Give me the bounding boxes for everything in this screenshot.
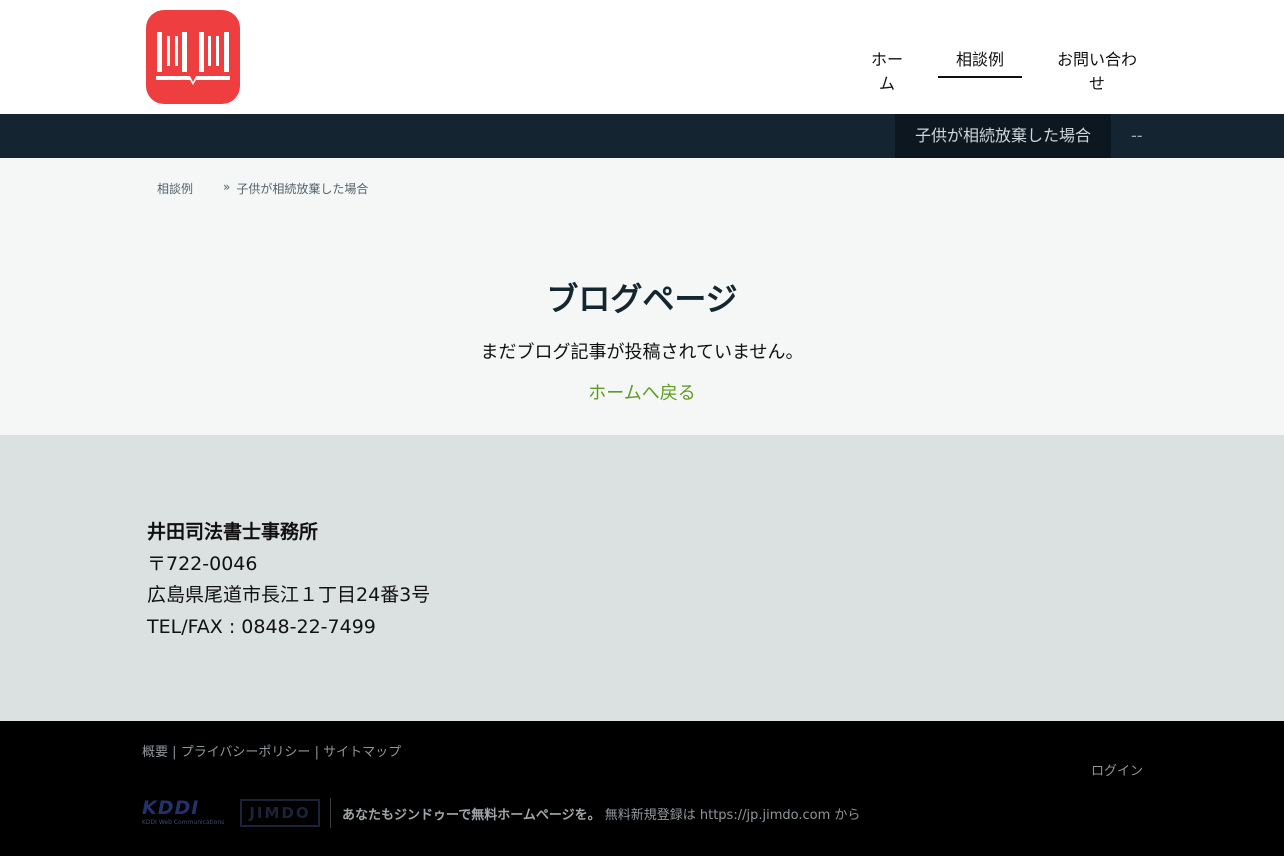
nav-home[interactable]: ホーム: [864, 36, 910, 93]
jimdo-promo: あなたもジンドゥーで無料ホームページを。 無料新規登録は https://jp.…: [342, 804, 860, 823]
footer-divider: [330, 798, 331, 828]
subnav-item-placeholder[interactable]: --: [1131, 114, 1145, 158]
promo-headline: あなたもジンドゥーで無料ホームページを。: [342, 807, 601, 823]
office-info-section: 井田司法書士事務所 〒722-0046 広島県尾道市長江１丁目24番3号 TEL…: [0, 435, 1284, 721]
breadcrumb-separator: »: [223, 180, 231, 194]
main-content: 相談例 » 子供が相続放棄した場合 ブログページ まだブログ記事が投稿されていま…: [0, 158, 1284, 435]
office-address: 広島県尾道市長江１丁目24番3号: [147, 584, 431, 606]
empty-blog-message: まだブログ記事が投稿されていません。: [480, 342, 804, 363]
back-to-home-link[interactable]: ホームへ戻る: [0, 379, 1284, 405]
site-footer: 概要 | プライバシーポリシー | サイトマップ ログイン KDDI KDDI …: [0, 721, 1284, 856]
footer-links: 概要 | プライバシーポリシー | サイトマップ: [142, 741, 401, 760]
footer-link-sitemap[interactable]: サイトマップ: [323, 745, 401, 760]
jimdo-logo[interactable]: JIMDO: [240, 799, 320, 827]
footer-branding: KDDI KDDI Web Communications JIMDO あなたもジ…: [142, 797, 860, 829]
promo-url-link[interactable]: https://jp.jimdo.com: [700, 808, 830, 823]
kddi-logo[interactable]: KDDI KDDI Web Communications: [142, 797, 228, 829]
office-tel-fax: TEL/FAX : 0848-22-7499: [147, 615, 376, 638]
page-title: ブログページ: [546, 280, 738, 318]
footer-link-privacy[interactable]: プライバシーポリシー: [181, 745, 311, 760]
footer-link-about[interactable]: 概要: [142, 745, 168, 760]
login-link[interactable]: ログイン: [1091, 760, 1143, 779]
nav-cases[interactable]: 相談例: [938, 36, 1022, 78]
nav-contact[interactable]: お問い合わせ: [1050, 36, 1144, 93]
subnav-item-child-renunciation[interactable]: 子供が相続放棄した場合: [895, 114, 1111, 158]
breadcrumb-item-cases[interactable]: 相談例: [157, 180, 193, 197]
site-logo-book-icon[interactable]: [146, 10, 240, 104]
site-header: ホーム 相談例 お問い合わせ: [0, 0, 1284, 114]
office-postal-code: 〒722-0046: [147, 552, 258, 575]
promo-suffix: から: [834, 807, 861, 823]
breadcrumb-item-current: 子供が相続放棄した場合: [236, 182, 369, 196]
sub-nav: 子供が相続放棄した場合 --: [0, 114, 1284, 158]
footer-link-separator: |: [314, 745, 319, 760]
breadcrumb: 相談例 » 子供が相続放棄した場合: [157, 180, 368, 197]
promo-text: 無料新規登録は: [604, 807, 696, 823]
footer-link-separator: |: [172, 745, 177, 760]
office-name: 井田司法書士事務所: [147, 521, 319, 543]
main-nav: ホーム 相談例 お問い合わせ: [836, 36, 1144, 93]
